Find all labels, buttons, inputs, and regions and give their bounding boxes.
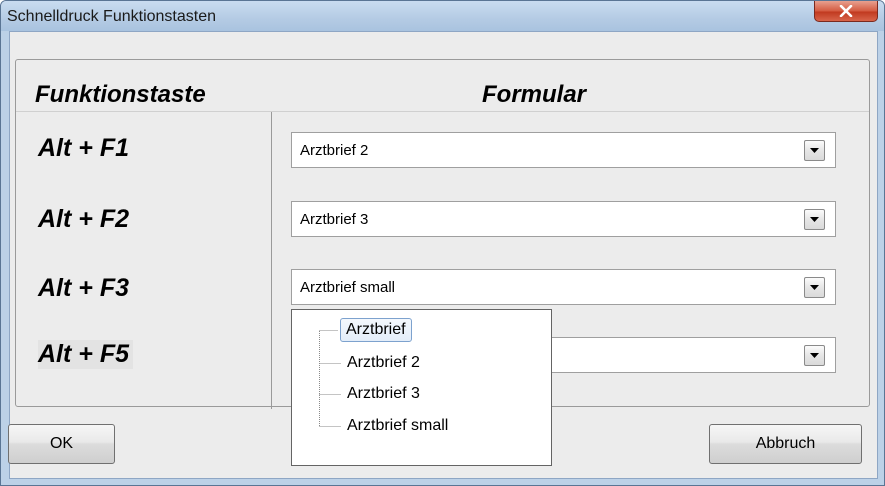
column-divider [271,112,272,409]
close-icon [839,5,853,17]
chevron-down-icon [810,217,819,222]
dropdown-button[interactable] [804,277,825,298]
chevron-down-icon [810,148,819,153]
cancel-button[interactable]: Abbruch [709,424,862,464]
dropdown-option-arztbrief-small[interactable]: Arztbrief small [344,415,451,437]
form-select-value: Arztbrief 2 [300,142,369,159]
key-label-alt-f5: Alt + F5 [38,340,133,369]
form-dropdown-list[interactable]: Arztbrief Arztbrief 2 Arztbrief 3 Arztbr… [291,309,552,466]
form-select-value: Arztbrief 3 [300,211,369,228]
dropdown-button[interactable] [804,140,825,161]
form-select-alt-f1[interactable]: Arztbrief 2 [291,132,836,168]
dropdown-option-arztbrief-2[interactable]: Arztbrief 2 [344,352,423,374]
chevron-down-icon [810,285,819,290]
header-funktionstaste: Funktionstaste [35,81,206,108]
chevron-down-icon [810,353,819,358]
ok-button[interactable]: OK [8,424,115,464]
key-label-alt-f3: Alt + F3 [38,274,129,302]
window-title: Schnelldruck Funktionstasten [7,8,216,25]
dropdown-option-arztbrief[interactable]: Arztbrief [340,318,412,342]
key-label-alt-f2: Alt + F2 [38,205,129,233]
header-separator [16,111,869,112]
header-formular: Formular [482,81,587,108]
form-select-alt-f3[interactable]: Arztbrief small [291,269,836,305]
form-select-alt-f2[interactable]: Arztbrief 3 [291,201,836,237]
form-select-value: Arztbrief small [300,279,396,296]
dropdown-button[interactable] [804,345,825,366]
title-bar[interactable]: Schnelldruck Funktionstasten [1,1,884,31]
dialog-window: Schnelldruck Funktionstasten Funktionsta… [0,0,885,486]
key-label-alt-f1: Alt + F1 [38,134,129,162]
close-button[interactable] [814,1,878,22]
dropdown-button[interactable] [804,209,825,230]
dropdown-option-arztbrief-3[interactable]: Arztbrief 3 [344,383,423,405]
